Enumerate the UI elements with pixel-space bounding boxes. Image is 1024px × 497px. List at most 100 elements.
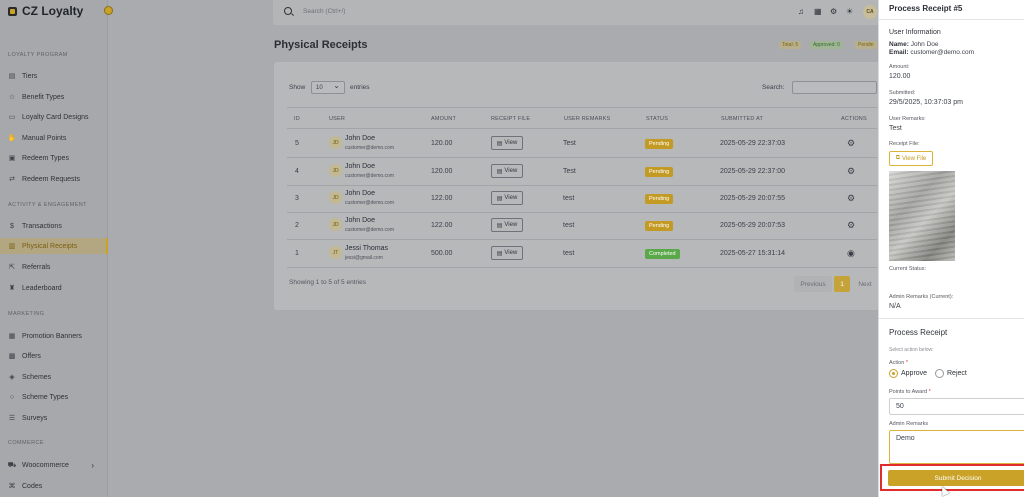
sidebar-item-benefit-types[interactable]: ☆ Benefit Types [0,89,108,105]
eye-icon[interactable]: ◉ [847,248,855,259]
table-row: 2 JD John Doe customer@demo.com 122.00 ▤… [287,212,877,240]
list-icon: ☰ [8,415,16,422]
sidebar-item-transactions[interactable]: $ Transactions [0,218,108,234]
reject-radio[interactable] [935,369,944,378]
sidebar-item-schemes[interactable]: ◈ Schemes [0,369,108,385]
admin-remarks-label: Admin Remarks [889,421,929,427]
file-icon: ▤ [496,168,503,175]
col-id[interactable]: ID [294,116,300,122]
process-heading: Process Receipt [889,328,948,337]
row-remarks: test [563,250,575,257]
share-icon: ⇱ [9,264,15,271]
receipts-table-card: Show 10 entries Search: ID USER AMOUNT R… [274,62,882,310]
col-amount[interactable]: AMOUNT [431,116,456,122]
col-user[interactable]: USER [329,116,345,122]
reject-label[interactable]: Reject [947,370,967,377]
offer-icon: ▩ [8,353,16,360]
dollar-icon: $ [10,222,14,230]
avatar: JT [329,246,342,259]
chevron-right-icon: › [91,460,94,470]
card-icon: ▭ [8,114,16,121]
col-status[interactable]: STATUS [646,116,668,122]
theme-sun-icon[interactable]: ☀ [846,7,853,16]
user-email: customer@demo.com [345,173,394,179]
file-icon: ▤ [496,140,503,147]
sidebar-item-tiers[interactable]: ▤ Tiers [0,68,108,84]
amount-value: 120.00 [889,73,911,80]
gear-icon[interactable]: ⚙ [847,166,855,177]
sidebar-item-surveys[interactable]: ☰ Surveys [0,410,108,426]
status-badge: Pending [645,221,674,231]
tiers-icon: ▤ [8,73,16,80]
sidebar-item-redeem-requests[interactable]: ⇄ Redeem Requests [0,171,108,187]
current-status-label: Current Status: [889,266,926,272]
user-name: Jessi Thomas [345,245,389,252]
col-user-remarks[interactable]: USER REMARKS [564,116,610,122]
bell-icon[interactable]: ♫ [798,7,804,16]
pagination-next[interactable]: Next [852,276,878,292]
show-label: Show [289,84,306,91]
global-search-input[interactable]: Search (Ctrl+/) [303,8,345,15]
sidebar-item-physical-receipts[interactable]: ▥ Physical Receipts [0,238,108,254]
apps-grid-icon[interactable]: ▦ [814,7,822,16]
table-search-input[interactable] [792,81,877,94]
page-size-select[interactable]: 10 [311,81,345,94]
pagination-previous[interactable]: Previous [794,276,832,292]
table-row: 4 JD John Doe customer@demo.com 120.00 ▤… [287,158,877,186]
user-email: customer@demo.com [345,145,394,151]
avatar: JD [329,191,342,204]
points-label: Points to Award * [889,389,931,395]
sidebar-item-manual-points[interactable]: ✋ Manual Points [0,130,108,146]
view-receipt-button[interactable]: ▤ View [491,136,523,150]
pagination-page-1[interactable]: 1 [834,276,850,292]
brand[interactable]: CZ Loyalty [0,0,107,22]
search-icon [284,7,292,15]
sidebar-item-woocommerce[interactable]: ⛟ Woocommerce › [0,457,108,473]
row-amount: 120.00 [431,168,453,175]
table-info: Showing 1 to 5 of 5 entries [289,279,366,286]
col-submitted-at[interactable]: SUBMITTED AT [721,116,763,122]
view-receipt-button[interactable]: ▤ View [491,218,523,232]
sidebar-item-offers[interactable]: ▩ Offers [0,348,108,364]
row-amount: 122.00 [431,222,453,229]
view-receipt-button[interactable]: ▤ View [491,164,523,178]
submitted-label: Submitted: [889,90,916,96]
user-email: customer@demo.com [345,200,394,206]
view-file-button[interactable]: ⧉ View File [889,151,933,166]
approve-radio[interactable] [889,369,898,378]
sidebar-item-promotion-banners[interactable]: ▦ Promotion Banners [0,328,108,344]
star-icon: ☆ [8,94,16,101]
user-name: John Doe [345,163,375,170]
col-receipt-file[interactable]: RECEIPT FILE [491,116,530,122]
sidebar-item-loyalty-card-designs[interactable]: ▭ Loyalty Card Designs [0,109,108,125]
gear-icon[interactable]: ⚙ [847,138,855,149]
settings-icon[interactable]: ⚙ [830,7,837,16]
sidebar-item-redeem-types[interactable]: ▣ Redeem Types [0,150,108,166]
sidebar-toggle-icon[interactable] [104,6,113,15]
user-avatar[interactable]: CA [863,5,877,19]
user-name: John Doe [345,135,375,142]
user-email: jessi@gmail.com [345,255,383,261]
sidebar-item-leaderboard[interactable]: ♜ Leaderboard [0,280,108,296]
user-remarks-value: Test [889,125,902,132]
receipt-icon: ▥ [8,243,16,250]
divider [879,318,1024,319]
sidebar-item-scheme-types[interactable]: ○ Scheme Types [0,389,108,405]
select-action-hint: Select action below: [889,347,934,353]
sidebar-item-codes[interactable]: ⌘ Codes [0,478,108,494]
gear-icon[interactable]: ⚙ [847,220,855,231]
receipt-image[interactable] [889,171,955,261]
approve-label[interactable]: Approve [901,370,927,377]
status-badge: Pending [645,139,674,149]
view-receipt-button[interactable]: ▤ View [491,191,523,205]
points-input[interactable]: 50 [889,398,1024,415]
sidebar-item-referrals[interactable]: ⇱ Referrals [0,259,108,275]
approved-badge: Approved: 0 [810,41,843,49]
view-receipt-button[interactable]: ▤ View [491,246,523,260]
entries-label: entries [350,84,370,91]
admin-remarks-textarea[interactable]: Demo [889,430,1024,464]
amount-label: Amount: [889,64,910,70]
row-amount: 122.00 [431,195,453,202]
gear-icon[interactable]: ⚙ [847,193,855,204]
submit-decision-button[interactable]: Submit Decision [888,470,1024,486]
